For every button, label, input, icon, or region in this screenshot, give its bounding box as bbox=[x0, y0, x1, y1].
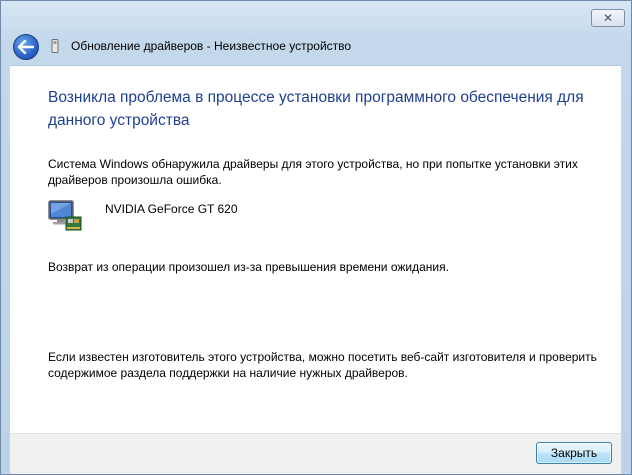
window-title: Обновление драйверов - Неизвестное устро… bbox=[71, 39, 352, 53]
device-row: NVIDIA GeForce GT 620 bbox=[48, 199, 608, 235]
device-icon bbox=[51, 39, 59, 53]
window-close-button[interactable]: ✕ bbox=[591, 9, 625, 27]
back-arrow-icon bbox=[18, 40, 34, 54]
back-button[interactable] bbox=[13, 34, 39, 60]
error-message: Возврат из операции произошел из-за прев… bbox=[48, 260, 449, 274]
title-bar: ✕ Обновление драйверов - Неизвестное уст… bbox=[1, 1, 631, 65]
close-icon: ✕ bbox=[602, 11, 614, 25]
display-adapter-icon bbox=[48, 200, 82, 231]
driver-update-window: ✕ Обновление драйверов - Неизвестное уст… bbox=[0, 0, 632, 475]
close-button[interactable]: Закрыть bbox=[536, 442, 612, 464]
device-name: NVIDIA GeForce GT 620 bbox=[105, 202, 238, 216]
footer-bar: Закрыть bbox=[10, 433, 621, 474]
help-text: Если известен изготовитель этого устройс… bbox=[48, 350, 597, 380]
error-heading: Возникла проблема в процессе установки п… bbox=[48, 89, 584, 129]
description-text: Система Windows обнаружила драйверы для … bbox=[48, 157, 578, 187]
content-panel: Возникла проблема в процессе установки п… bbox=[10, 65, 621, 434]
